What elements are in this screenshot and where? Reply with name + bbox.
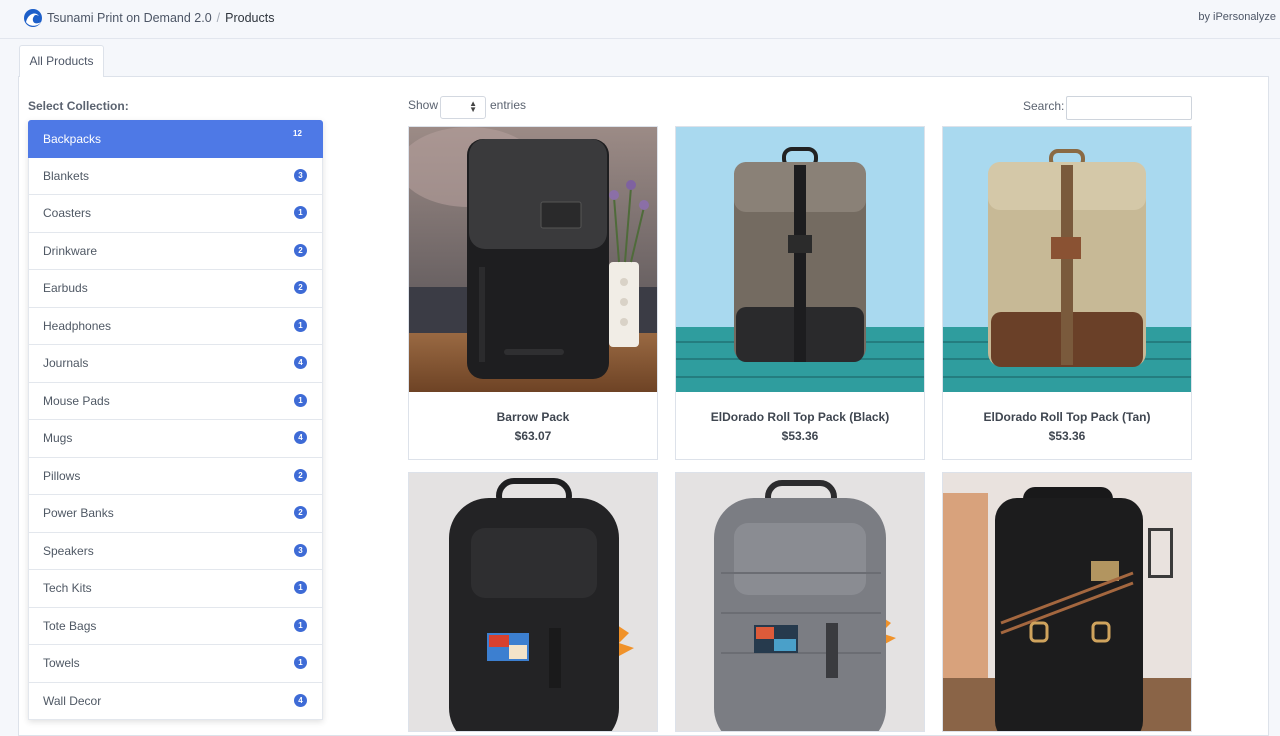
collection-label: Towels: [43, 656, 80, 670]
select-collection-label: Select Collection:: [28, 99, 129, 113]
collection-label: Power Banks: [43, 506, 114, 520]
product-card[interactable]: Barrow Pack $63.07: [408, 126, 658, 460]
count-badge: 2: [294, 468, 307, 482]
select-arrows-icon: ▲ ▼: [469, 99, 477, 114]
collection-label: Mugs: [43, 431, 73, 445]
count-badge: 1: [294, 318, 307, 332]
product-image[interactable]: [943, 473, 1191, 731]
count-badge: 4: [294, 693, 307, 707]
collection-item-earbuds[interactable]: Earbuds 2: [28, 270, 323, 308]
collection-item-backpacks[interactable]: Backpacks 12: [28, 120, 323, 158]
collection-label: Backpacks: [43, 132, 102, 146]
count-badge: 2: [294, 281, 307, 294]
count-badge: 3: [294, 168, 307, 182]
product-image[interactable]: [943, 127, 1191, 392]
collection-label: Headphones: [43, 318, 112, 333]
wave-logo-icon[interactable]: [23, 8, 43, 28]
breadcrumb-current: Products: [225, 11, 275, 25]
collection-label: Blankets: [43, 168, 90, 183]
product-price: $53.36: [1048, 429, 1086, 443]
collection-item-blankets[interactable]: Blankets 3: [28, 157, 323, 195]
product-card[interactable]: [408, 472, 658, 732]
breadcrumb-app-link[interactable]: Tsunami Print on Demand 2.0: [47, 11, 212, 25]
collection-item-coasters[interactable]: Coasters 1: [28, 195, 323, 233]
collection-item-tote-bags[interactable]: Tote Bags 1: [28, 607, 323, 645]
product-card[interactable]: [675, 472, 925, 732]
product-name[interactable]: Barrow Pack: [409, 410, 657, 424]
collection-label: Pillows: [43, 468, 81, 483]
breadcrumb-separator: /: [216, 11, 221, 25]
collection-item-wall-decor[interactable]: Wall Decor 4: [28, 682, 323, 720]
count-badge: 1: [294, 581, 307, 594]
collection-item-drinkware[interactable]: Drinkware 2: [28, 232, 323, 270]
collection-label: Wall Decor: [43, 693, 102, 708]
entries-label: entries: [490, 98, 527, 112]
collection-label: Speakers: [43, 543, 94, 558]
count-badge: 1: [294, 206, 307, 219]
count-badge: 3: [294, 543, 307, 557]
top-bar: Tsunami Print on Demand 2.0 / Products by …: [0, 0, 1280, 39]
search-label: Search:: [1023, 99, 1065, 113]
product-image[interactable]: [409, 473, 657, 731]
product-name[interactable]: ElDorado Roll Top Pack (Black): [676, 410, 924, 424]
collection-item-mouse-pads[interactable]: Mouse Pads 1: [28, 382, 323, 420]
product-image[interactable]: [409, 127, 657, 392]
count-badge: 1: [294, 656, 307, 669]
product-card[interactable]: ElDorado Roll Top Pack (Black) $53.36: [675, 126, 925, 460]
product-card[interactable]: ElDorado Roll Top Pack (Tan) $53.36: [942, 126, 1192, 460]
collection-item-speakers[interactable]: Speakers 3: [28, 532, 323, 570]
product-card[interactable]: [942, 472, 1192, 732]
collection-label: Earbuds: [43, 281, 88, 295]
product-image[interactable]: [676, 473, 924, 731]
show-label: Show: [408, 98, 439, 112]
product-name[interactable]: ElDorado Roll Top Pack (Tan): [943, 410, 1191, 424]
collection-label: Drinkware: [43, 243, 98, 258]
collection-item-journals[interactable]: Journals 4: [28, 345, 323, 383]
tab-all-products[interactable]: All Products: [19, 45, 104, 77]
collection-list: Backpacks 12 Blankets 3 Coasters 1 Drinkwar…: [28, 120, 323, 720]
collection-label: Journals: [43, 356, 89, 370]
collection-item-pillows[interactable]: Pillows 2: [28, 457, 323, 495]
search-input[interactable]: [1066, 96, 1192, 120]
count-badge: 2: [294, 243, 307, 257]
collection-label: Tote Bags: [43, 618, 97, 633]
count-badge: 1: [294, 393, 307, 407]
count-badge: 2: [294, 506, 307, 519]
entries-select[interactable]: ▲ ▼: [440, 96, 486, 119]
collection-item-mugs[interactable]: Mugs 4: [28, 420, 323, 458]
collection-item-tech-kits[interactable]: Tech Kits 1: [28, 570, 323, 608]
count-badge: 12: [293, 129, 302, 138]
breadcrumb: Tsunami Print on Demand 2.0 / Products: [47, 10, 275, 26]
collection-label: Mouse Pads: [43, 393, 110, 408]
collection-label: Coasters: [43, 206, 92, 220]
collection-label: Tech Kits: [43, 581, 92, 595]
collection-item-power-banks[interactable]: Power Banks 2: [28, 495, 323, 533]
product-price: $63.07: [514, 429, 552, 443]
count-badge: 1: [294, 618, 307, 632]
product-price: $53.36: [781, 429, 819, 443]
product-image[interactable]: [676, 127, 924, 392]
collection-item-towels[interactable]: Towels 1: [28, 645, 323, 683]
collection-item-headphones[interactable]: Headphones 1: [28, 307, 323, 345]
count-badge: 4: [294, 356, 307, 369]
count-badge: 4: [294, 431, 307, 444]
by-line: by iPersonalyze: [1198, 11, 1276, 23]
